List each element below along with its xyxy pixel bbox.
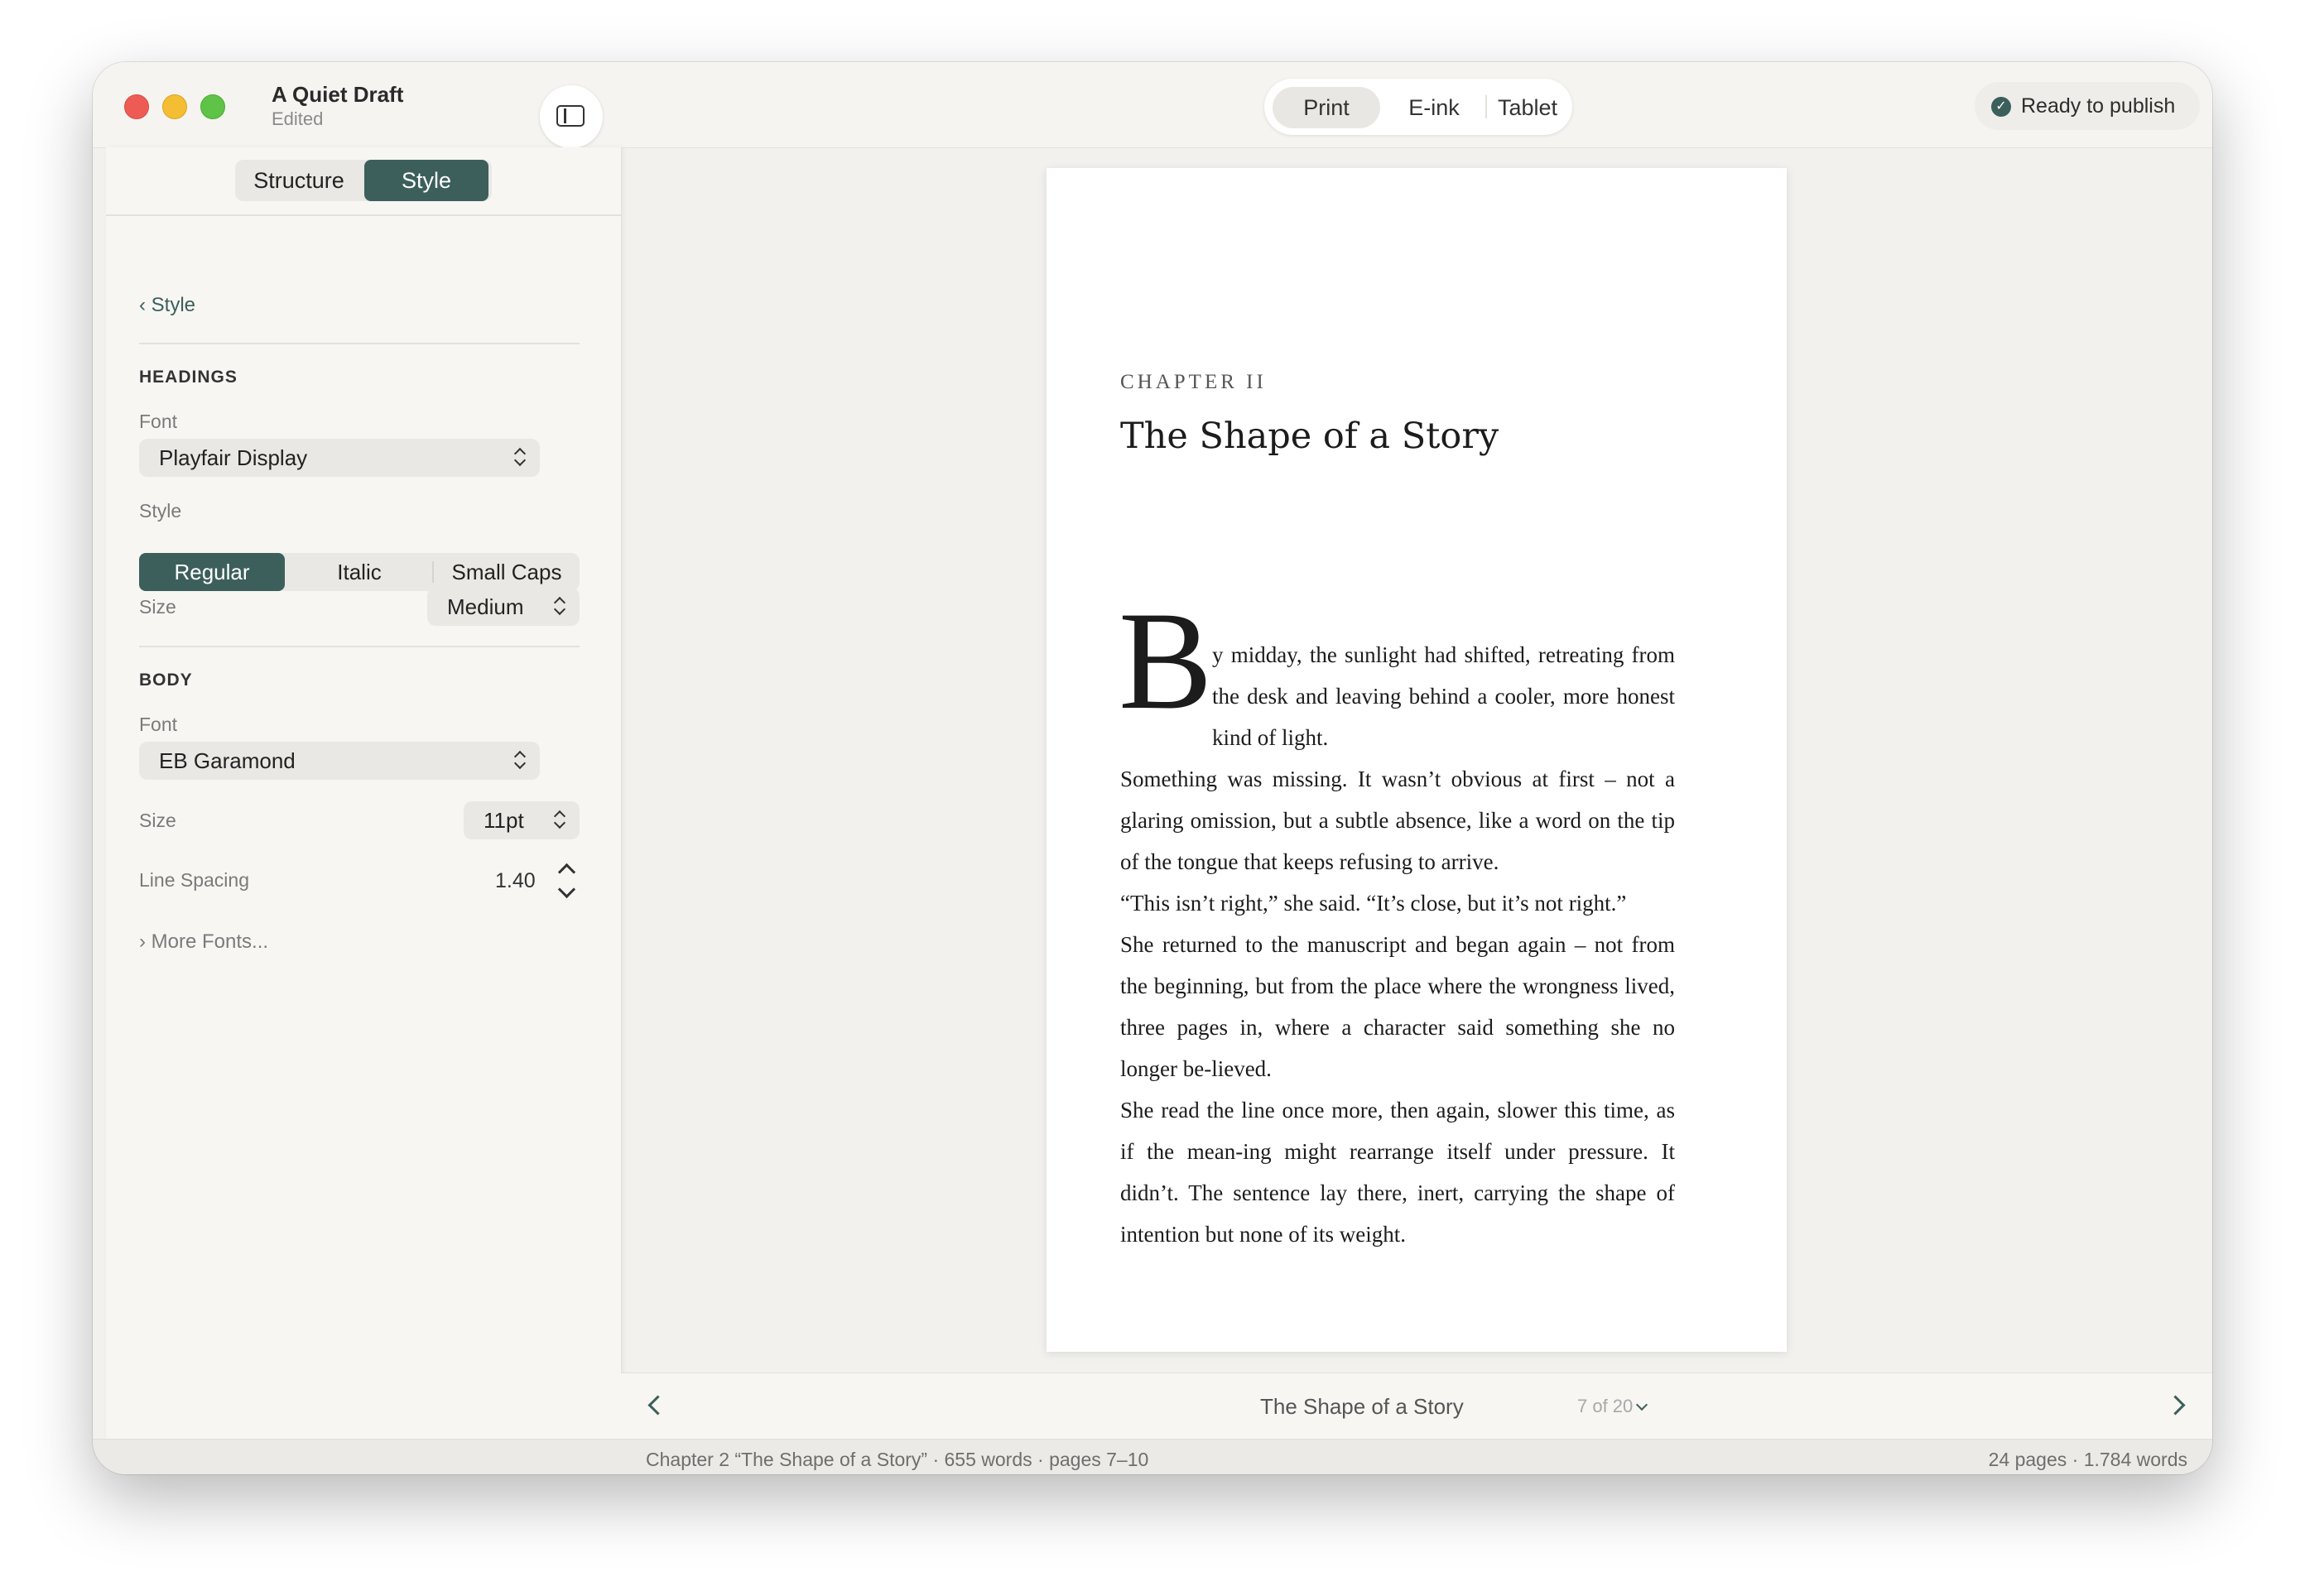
drop-cap: B: [1119, 583, 1213, 738]
close-window-button[interactable]: [124, 94, 149, 119]
style-small-caps-button[interactable]: Small Caps: [434, 553, 580, 591]
publish-status-button[interactable]: ✓ Ready to publish: [1975, 82, 2200, 130]
section-body-label: BODY: [139, 671, 193, 690]
document-stats: 24 pages · 1.784 words: [1988, 1449, 2187, 1470]
divider: [139, 343, 580, 344]
chapter-label: CHAPTER II: [1120, 371, 1267, 393]
style-regular-button[interactable]: Regular: [139, 553, 285, 591]
headings-font-label: Font: [139, 411, 178, 432]
body-size-select[interactable]: 11pt: [464, 801, 580, 839]
divider: [106, 214, 621, 216]
mode-tablet-button[interactable]: Tablet: [1489, 87, 1566, 128]
headings-size-select[interactable]: Medium: [427, 588, 580, 626]
chevron-down-icon[interactable]: [557, 880, 576, 899]
chevron-down-icon: [1636, 1398, 1648, 1411]
app-window: A Quiet Draft Edited Print E-ink Tablet …: [93, 62, 2212, 1474]
chapter-title: The Shape of a Story: [1120, 416, 1499, 457]
device-mode-selector: Print E-ink Tablet: [1264, 79, 1572, 135]
document-title: A Quiet Draft: [272, 82, 404, 107]
document-status: Edited: [272, 108, 324, 129]
next-page-button[interactable]: [2165, 1395, 2186, 1416]
headings-style-selector: Regular Italic Small Caps: [139, 553, 580, 591]
previous-page-button[interactable]: [647, 1395, 668, 1416]
title-bar: A Quiet Draft Edited Print E-ink Tablet …: [93, 62, 2212, 148]
body-paragraph: She returned to the manuscript and began…: [1120, 932, 1675, 1081]
page-preview: CHAPTER II The Shape of a Story B y midd…: [1047, 168, 1787, 1352]
style-sidebar: Structure Style ‹ Style HEADINGS Font Pl…: [106, 147, 622, 1461]
zoom-window-button[interactable]: [200, 94, 225, 119]
headings-style-label: Style: [139, 500, 182, 522]
body-paragraph: Something was missing. It wasn’t obvious…: [1120, 767, 1675, 874]
chevron-updown-icon: [513, 446, 527, 469]
line-spacing-value: 1.40: [495, 869, 536, 892]
chevron-updown-icon: [553, 595, 566, 618]
chevron-updown-icon: [553, 809, 566, 832]
headings-font-select[interactable]: Playfair Display: [139, 439, 540, 477]
body-font-select[interactable]: EB Garamond: [139, 742, 540, 780]
page-indicator-dropdown[interactable]: 7 of 20: [1577, 1396, 1648, 1417]
chevron-up-icon[interactable]: [557, 863, 576, 882]
chevron-updown-icon: [513, 749, 527, 772]
line-spacing-label: Line Spacing: [139, 869, 249, 891]
first-paragraph: y midday, the sunlight had shifted, retr…: [1212, 642, 1675, 750]
sidebar-icon: [556, 105, 585, 127]
headings-size-label: Size: [139, 596, 176, 618]
status-bar: Chapter 2 “The Shape of a Story” · 655 w…: [93, 1439, 2212, 1474]
chevron-right-icon: ›: [139, 930, 152, 953]
checkmark-icon: ✓: [1991, 97, 2011, 117]
body-paragraph: “This isn’t right,” she said. “It’s clos…: [1120, 891, 1627, 916]
current-chapter-title: The Shape of a Story: [1260, 1394, 1464, 1419]
divider: [139, 646, 580, 647]
body-size-label: Size: [139, 810, 176, 831]
chevron-left-icon: ‹: [139, 294, 152, 316]
page-navigation-bar: The Shape of a Story 7 of 20: [621, 1372, 2212, 1440]
chapter-stats: Chapter 2 “The Shape of a Story” · 655 w…: [646, 1449, 1149, 1470]
sidebar-toggle-button[interactable]: [540, 85, 603, 148]
sidebar-tabs: Structure Style: [235, 160, 492, 201]
divider: [1485, 95, 1487, 118]
line-spacing-stepper[interactable]: [553, 861, 580, 902]
more-fonts-button[interactable]: › More Fonts...: [139, 930, 268, 954]
back-button[interactable]: ‹ Style: [139, 294, 195, 317]
mode-eink-button[interactable]: E-ink: [1388, 87, 1480, 128]
publish-status-label: Ready to publish: [2021, 94, 2176, 118]
style-italic-button[interactable]: Italic: [286, 553, 432, 591]
body-font-label: Font: [139, 714, 178, 735]
mode-print-button[interactable]: Print: [1273, 87, 1380, 128]
body-paragraph: She read the line once more, then again,…: [1120, 1098, 1675, 1247]
tab-structure[interactable]: Structure: [238, 160, 359, 201]
tab-style[interactable]: Style: [364, 160, 488, 201]
section-headings-label: HEADINGS: [139, 368, 238, 387]
minimize-window-button[interactable]: [162, 94, 187, 119]
